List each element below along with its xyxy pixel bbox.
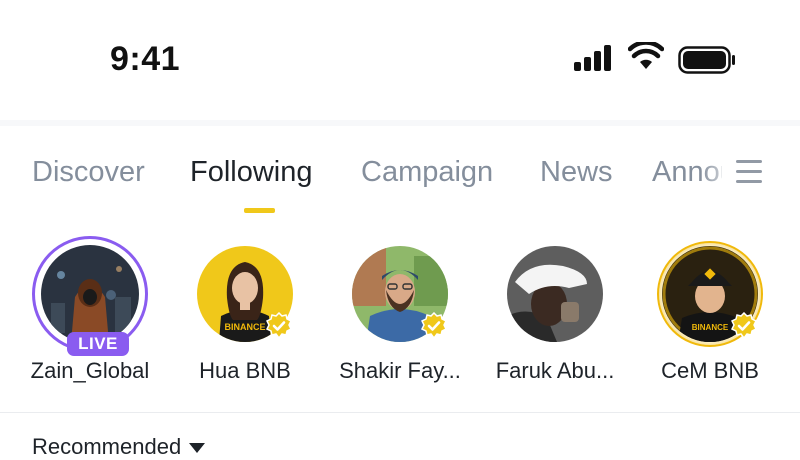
verified-badge-icon: [265, 312, 293, 340]
status-bar: 9:41: [0, 0, 800, 120]
section-divider: [0, 412, 800, 413]
creator-zain-global[interactable]: LIVE Zain_Global: [10, 236, 170, 383]
feed-tabs: Discover Following Campaign News Announc…: [0, 126, 800, 224]
status-time: 9:41: [110, 40, 181, 78]
creator-shakir[interactable]: Shakir Fay...: [320, 236, 480, 383]
tab-campaign[interactable]: Campaign: [361, 156, 493, 189]
creator-name: CeM BNB: [661, 358, 759, 383]
tab-news[interactable]: News: [540, 156, 613, 189]
creator-cem-bnb[interactable]: BINANCE CeM BNB: [630, 236, 790, 383]
tab-following[interactable]: Following: [190, 156, 313, 189]
creator-name: Shakir Fay...: [339, 358, 461, 383]
avatar: [507, 246, 603, 342]
battery-icon: [678, 46, 735, 74]
tab-discover[interactable]: Discover: [32, 156, 145, 189]
verified-badge-icon: [420, 312, 448, 340]
hamburger-menu-icon[interactable]: [734, 158, 766, 186]
live-badge: LIVE: [67, 332, 129, 356]
caret-down-icon: [189, 443, 206, 454]
feed-filter-dropdown[interactable]: Recommended: [32, 434, 206, 460]
svg-text:BINANCE: BINANCE: [224, 322, 265, 332]
feed-filter-label: Recommended: [32, 434, 182, 459]
avatar: [41, 245, 139, 343]
cellular-signal-icon: [574, 45, 611, 71]
creator-hua-bnb[interactable]: BINANCE Hua BNB: [165, 236, 325, 383]
creator-name: Faruk Abu...: [495, 358, 615, 383]
wifi-icon: [628, 42, 664, 69]
following-creators-row: LIVE Zain_Global BINANCE Hua BNB Shakir …: [0, 236, 800, 396]
creator-name: Hua BNB: [199, 358, 291, 383]
creator-name: Zain_Global: [30, 358, 150, 383]
creator-faruk[interactable]: Faruk Abu...: [475, 236, 635, 383]
svg-text:BINANCE: BINANCE: [692, 323, 729, 332]
active-tab-indicator: [244, 208, 275, 213]
verified-badge-icon: [730, 312, 758, 340]
